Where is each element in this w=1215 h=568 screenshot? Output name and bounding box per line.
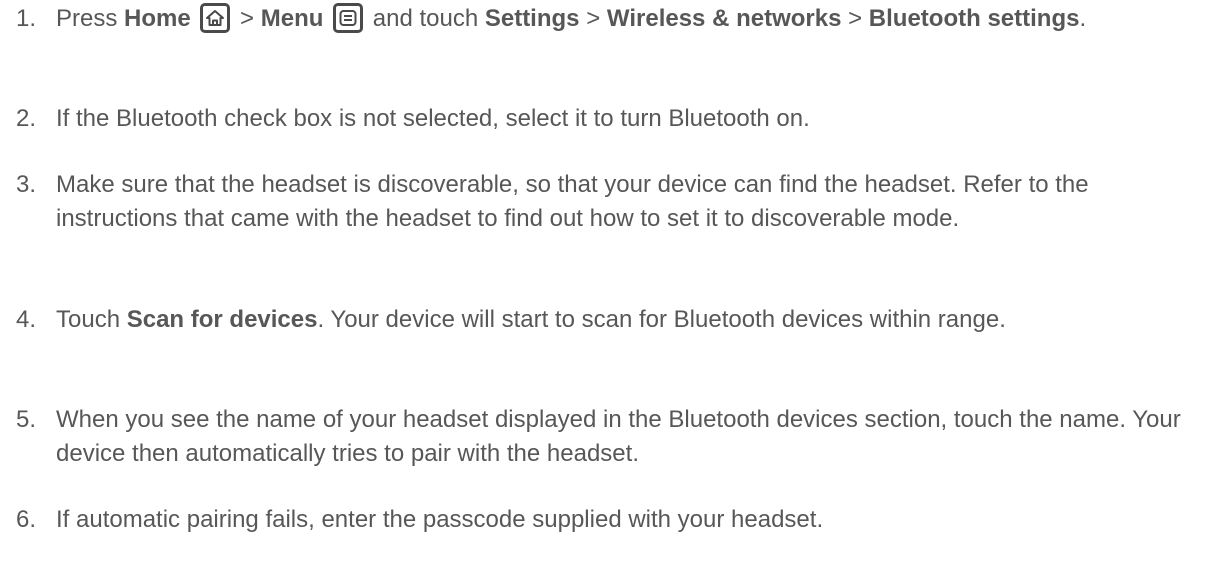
menu-key-label: Menu xyxy=(260,5,324,32)
step-2: 2. If the Bluetooth check box is not sel… xyxy=(16,102,1203,136)
menu-key-icon xyxy=(333,3,364,33)
step-number: 2. xyxy=(16,105,37,132)
step-text: Touch Scan for devices. Your device will… xyxy=(56,303,1203,337)
text-run: . Your device will start to scan for Blu… xyxy=(317,306,1006,333)
text-run: Touch xyxy=(56,306,127,333)
step-text: If automatic pairing fails, enter the pa… xyxy=(56,506,824,533)
text-run: > xyxy=(233,5,261,32)
step-number: 6. xyxy=(16,506,37,533)
step-text: Press Home > Menu and touch Settings > W… xyxy=(56,2,1203,36)
step-text: Make sure that the headset is discoverab… xyxy=(56,171,1089,232)
step-number: 3. xyxy=(16,171,37,198)
text-run: and touch xyxy=(366,5,485,32)
text-run: . xyxy=(1079,5,1087,32)
instruction-list: 1. Press Home > Menu and touch Settings … xyxy=(0,0,1215,568)
step-number: 4. xyxy=(16,306,37,333)
settings-label: Settings xyxy=(484,5,580,32)
text-run: Press xyxy=(56,5,125,32)
text-run: > xyxy=(841,5,869,32)
step-text: If the Bluetooth check box is not select… xyxy=(56,105,810,132)
step-number: 5. xyxy=(16,406,37,433)
step-4: 4. Touch Scan for devices. Your device w… xyxy=(16,303,1203,337)
home-key-label: Home xyxy=(124,5,191,32)
home-key-icon xyxy=(200,3,231,33)
bluetooth-settings-label: Bluetooth settings xyxy=(868,5,1080,32)
scan-for-devices-label: Scan for devices xyxy=(126,306,318,333)
step-1: 1. Press Home > Menu and touch Settings … xyxy=(16,2,1203,36)
wireless-label: Wireless & networks xyxy=(606,5,842,32)
step-number: 1. xyxy=(16,5,37,32)
step-text: When you see the name of your headset di… xyxy=(56,406,1181,467)
step-5: 5. When you see the name of your headset… xyxy=(16,403,1203,471)
text-run: > xyxy=(579,5,607,32)
step-6: 6. If automatic pairing fails, enter the… xyxy=(16,503,1203,537)
step-3: 3. Make sure that the headset is discove… xyxy=(16,168,1203,236)
